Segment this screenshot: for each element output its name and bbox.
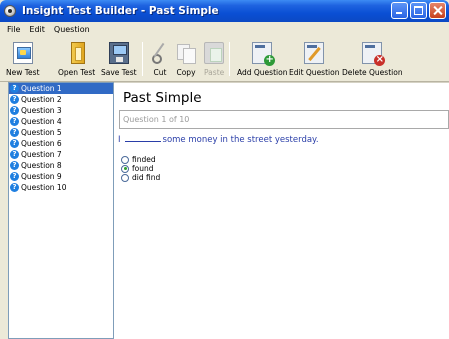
minimize-icon[interactable] (391, 2, 408, 19)
new-test-label: New Test (6, 68, 40, 77)
prompt-end: some money in the street yesterday. (162, 135, 319, 145)
question-mark-icon: ? (10, 84, 19, 93)
question-mark-icon: ? (10, 139, 19, 148)
question-mark-icon: ? (10, 117, 19, 126)
new-test-icon (12, 42, 33, 64)
cut-label: Cut (153, 68, 167, 77)
question-progress: Question 1 of 10 (119, 110, 449, 129)
copy-button[interactable]: Copy (176, 42, 196, 77)
list-item[interactable]: ? Question 9 (9, 171, 113, 182)
question-mark-icon: ? (10, 172, 19, 181)
copy-label: Copy (176, 68, 196, 77)
list-item[interactable]: ? Question 6 (9, 138, 113, 149)
open-test-label: Open Test (58, 68, 96, 77)
question-mark-icon: ? (10, 161, 19, 170)
question-mark-icon: ? (10, 150, 19, 159)
menu-question[interactable]: Question (53, 25, 91, 34)
radio-button[interactable] (121, 155, 129, 164)
paste-button[interactable]: Paste (204, 42, 224, 77)
option-did-find[interactable]: did find (121, 173, 160, 182)
app-icon[interactable] (4, 5, 16, 17)
question-prompt: Isome money in the street yesterday. (118, 135, 319, 145)
radio-button-selected[interactable] (121, 164, 129, 173)
list-item[interactable]: ? Question 4 (9, 116, 113, 127)
maximize-icon[interactable] (410, 2, 427, 19)
save-test-button[interactable]: Save Test (101, 42, 137, 77)
list-item[interactable]: ? Question 5 (9, 127, 113, 138)
list-item[interactable]: ? Question 8 (9, 160, 113, 171)
window-controls (391, 2, 446, 19)
menu-edit[interactable]: Edit (28, 25, 46, 34)
window-title: Insight Test Builder - Past Simple (22, 5, 219, 17)
page-title: Past Simple (123, 90, 202, 106)
question-mark-icon: ? (10, 183, 19, 192)
question-mark-icon: ? (10, 95, 19, 104)
save-test-label: Save Test (101, 68, 137, 77)
new-test-button[interactable]: New Test (6, 42, 40, 77)
close-icon[interactable] (429, 2, 446, 19)
delete-question-label: Delete Question (342, 68, 403, 77)
list-item[interactable]: ? Question 1 (9, 83, 113, 94)
answer-options: finded found did find (121, 155, 160, 182)
add-question-label: Add Question (237, 68, 288, 77)
radio-button[interactable] (121, 173, 129, 182)
list-item[interactable]: ? Question 7 (9, 149, 113, 160)
delete-question-button[interactable]: Delete Question (342, 42, 403, 77)
edit-question-icon (304, 42, 325, 64)
prompt-start: I (118, 135, 121, 145)
delete-question-icon (362, 42, 386, 66)
question-mark-icon: ? (10, 128, 19, 137)
open-folder-icon (70, 42, 85, 64)
menu-file[interactable]: File (6, 25, 21, 34)
question-list[interactable]: ? Question 1 ? Question 2 ? Question 3 ? Que… (8, 82, 114, 339)
toolbar-separator (229, 42, 230, 76)
question-mark-icon: ? (10, 106, 19, 115)
add-question-button[interactable]: Add Question (237, 42, 287, 77)
scissors-icon (150, 42, 170, 64)
title-bar: Insight Test Builder - Past Simple (0, 0, 449, 22)
save-disk-icon (108, 42, 129, 64)
open-test-button[interactable]: Open Test (58, 42, 95, 77)
toolbar-separator (142, 42, 143, 76)
list-item[interactable]: ? Question 3 (9, 105, 113, 116)
cut-button[interactable]: Cut (150, 42, 170, 77)
toolbar: New Test Open Test Save Test Cut Copy Pa… (0, 37, 449, 82)
answer-blank (124, 141, 161, 142)
edit-question-label: Edit Question (289, 68, 340, 77)
option-found[interactable]: found (121, 164, 160, 173)
list-item[interactable]: ? Question 10 (9, 182, 113, 193)
option-finded[interactable]: finded (121, 155, 160, 164)
menu-bar: File Edit Question (0, 22, 449, 37)
list-item[interactable]: ? Question 2 (9, 94, 113, 105)
question-panel: Past Simple Question 1 of 10 Isome money… (114, 82, 449, 339)
clipboard-icon (204, 42, 225, 64)
copy-icon (176, 42, 196, 64)
edit-question-button[interactable]: Edit Question (289, 42, 339, 77)
add-question-icon (252, 42, 276, 66)
paste-label: Paste (204, 68, 225, 77)
